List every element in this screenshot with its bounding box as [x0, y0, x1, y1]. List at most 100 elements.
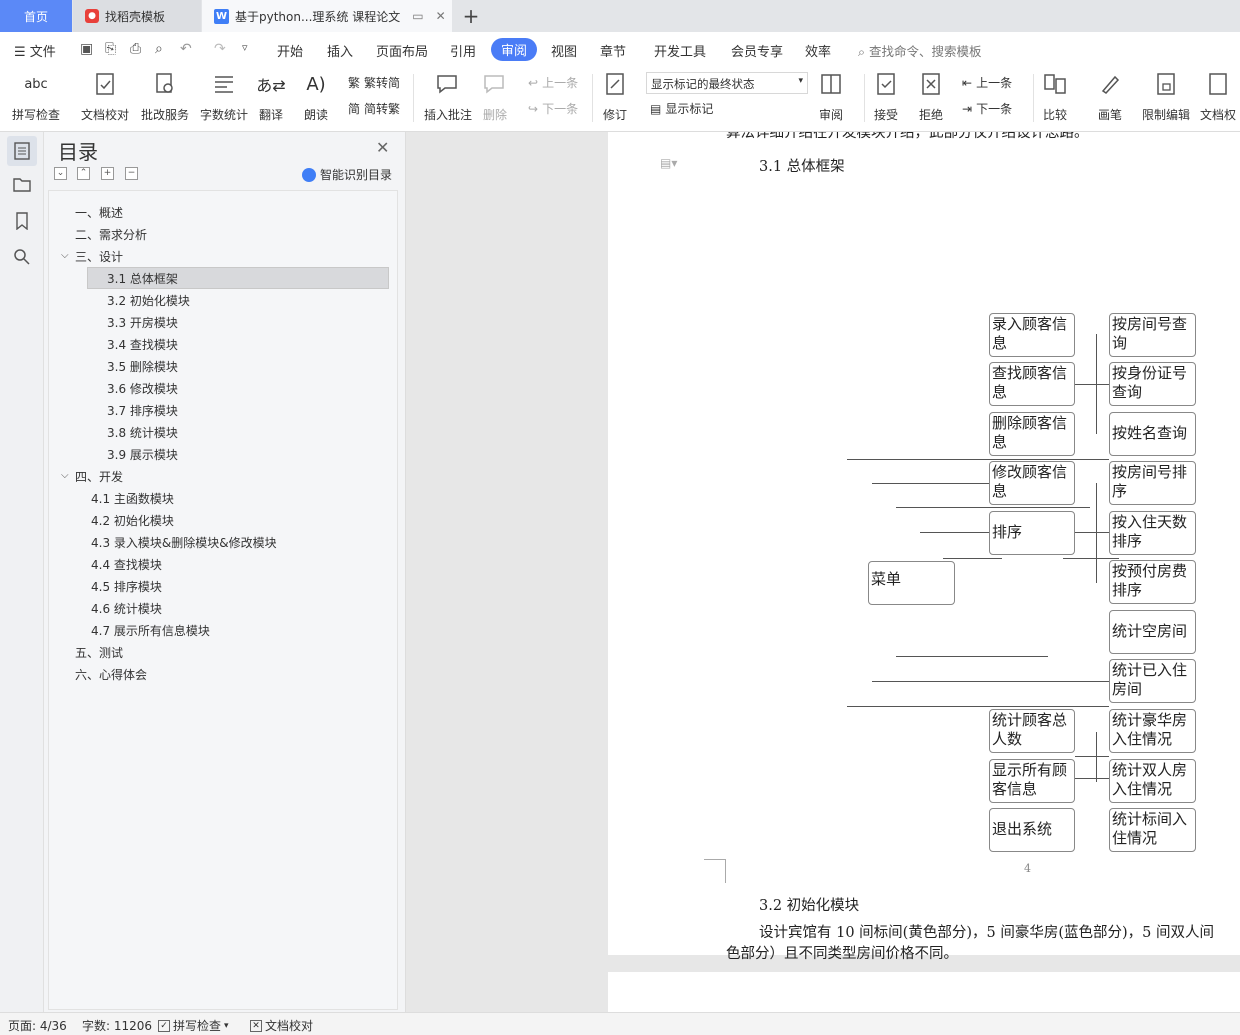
- print-preview-icon[interactable]: ⌕: [155, 41, 163, 57]
- menu-view[interactable]: 视图: [551, 41, 577, 60]
- save-icon[interactable]: ▣: [80, 41, 93, 57]
- menu-review[interactable]: 审阅: [491, 38, 538, 61]
- menu-member[interactable]: 会员专享: [731, 41, 783, 60]
- menu-layout[interactable]: 页面布局: [376, 41, 428, 60]
- toc-item[interactable]: 3.8 统计模块: [107, 422, 178, 444]
- toc-item[interactable]: 4.4 查找模块: [91, 554, 162, 576]
- toc-item[interactable]: 3.3 开房模块: [107, 312, 178, 334]
- trad-to-simp-button[interactable]: 繁繁转简: [348, 74, 400, 91]
- toc-item[interactable]: 二、需求分析: [75, 224, 147, 246]
- menu-start[interactable]: 开始: [277, 41, 303, 60]
- menu-chapter[interactable]: 章节: [600, 41, 626, 60]
- remove-level-icon[interactable]: −: [125, 167, 138, 180]
- connector-line: [1075, 778, 1109, 779]
- next-change-button[interactable]: ⇥ 下一条: [962, 100, 1012, 117]
- chevron-down-icon[interactable]: ⌵: [61, 250, 69, 261]
- word-count[interactable]: 字数: 11206: [82, 1017, 152, 1034]
- toc-item[interactable]: 3.5 删除模块: [107, 356, 178, 378]
- toc-item[interactable]: 4.6 统计模块: [91, 598, 162, 620]
- chevron-down-icon[interactable]: ⌵: [61, 470, 69, 481]
- toc-item[interactable]: 四、开发: [75, 466, 123, 488]
- file-menu[interactable]: ☰ 文件: [14, 41, 56, 60]
- restrict-editing-button[interactable]: 限制编辑: [1142, 70, 1190, 123]
- translate-button[interactable]: あ⇄ 翻译: [256, 70, 286, 123]
- undo-icon[interactable]: ↶: [180, 41, 192, 57]
- next-page[interactable]: [608, 972, 1240, 1012]
- proofread-toggle[interactable]: ✕ 文档校对: [250, 1017, 313, 1034]
- export-icon[interactable]: ⎘: [105, 41, 116, 57]
- toc-item[interactable]: 4.5 排序模块: [91, 576, 162, 598]
- review-pane-button[interactable]: 审阅: [818, 70, 844, 123]
- pen-button[interactable]: 画笔: [1097, 70, 1123, 123]
- track-changes-button[interactable]: 修订: [602, 70, 628, 123]
- document-page[interactable]: 算法详细介绍在开发模块介绍，此部分仅介绍设计思路。 ▤▾ 3.1 总体框架 菜单…: [608, 132, 1240, 962]
- insert-comment-button[interactable]: 插入批注: [424, 70, 472, 123]
- accept-button[interactable]: 接受: [873, 70, 899, 123]
- diagram-node-menu: 菜单: [868, 561, 955, 605]
- collapse-all-icon[interactable]: ⌄: [54, 167, 67, 180]
- expand-all-icon[interactable]: ⌃: [77, 167, 90, 180]
- toc-item[interactable]: 4.3 录入模块&删除模块&修改模块: [91, 532, 277, 554]
- next-comment-button[interactable]: ↪ 下一条: [528, 100, 578, 117]
- reject-button[interactable]: 拒绝: [918, 70, 944, 123]
- menu-efficiency[interactable]: 效率: [805, 41, 831, 60]
- delete-comment-button[interactable]: 删除: [482, 70, 508, 123]
- connector-line: [1075, 532, 1109, 533]
- tab-pin-icon[interactable]: ▭: [412, 9, 423, 23]
- translate-icon: あ⇄: [256, 76, 286, 95]
- lock-doc-icon: [1153, 70, 1179, 98]
- toc-item[interactable]: 五、测试: [75, 642, 123, 664]
- redo-icon[interactable]: ↷: [214, 41, 226, 57]
- toc-item[interactable]: 3.4 查找模块: [107, 334, 178, 356]
- toc-item[interactable]: 三、设计: [75, 246, 123, 268]
- connector-line: [1075, 756, 1109, 757]
- toc-item[interactable]: 3.6 修改模块: [107, 378, 178, 400]
- toc-item[interactable]: 4.2 初始化模块: [91, 510, 174, 532]
- spell-check-toggle[interactable]: ✓ 拼写检查 ▾: [158, 1017, 229, 1034]
- prev-change-button[interactable]: ⇤ 上一条: [962, 74, 1012, 91]
- show-markup-button[interactable]: ▤ 显示标记: [650, 100, 713, 117]
- bookmark-icon[interactable]: [7, 206, 37, 236]
- tab-home[interactable]: 首页: [0, 0, 72, 32]
- quick-access-dropdown-icon[interactable]: ▿: [242, 41, 248, 54]
- markup-state-select[interactable]: 显示标记的最终状态 ▾: [646, 72, 808, 94]
- batch-correct-button[interactable]: 批改服务: [141, 70, 189, 123]
- compare-button[interactable]: 比较: [1042, 70, 1068, 123]
- find-icon[interactable]: [7, 242, 37, 272]
- paragraph-handle-icon[interactable]: ▤▾: [660, 156, 677, 170]
- navigation-icon[interactable]: [7, 170, 37, 200]
- print-icon[interactable]: ⎙: [130, 41, 141, 57]
- toc-item[interactable]: 一、概述: [75, 202, 123, 224]
- diagram-node: 显示所有顾客信息: [989, 759, 1075, 803]
- prev-comment-button[interactable]: ↩ 上一条: [528, 74, 578, 91]
- simp-to-trad-button[interactable]: 简简转繁: [348, 100, 400, 117]
- command-search[interactable]: ⌕ 查找命令、搜索模板: [858, 41, 982, 60]
- toc-item[interactable]: 3.7 排序模块: [107, 400, 178, 422]
- doc-permission-button[interactable]: 文档权: [1200, 70, 1236, 123]
- smart-toc-button[interactable]: 智能识别目录: [302, 166, 392, 183]
- add-level-icon[interactable]: +: [101, 167, 114, 180]
- read-aloud-button[interactable]: A) 朗读: [303, 70, 329, 123]
- toc-item[interactable]: 六、心得体会: [75, 664, 147, 686]
- word-count-button[interactable]: 字数统计: [200, 70, 248, 123]
- toc-item-selected[interactable]: 3.1 总体框架: [87, 267, 389, 289]
- menu-insert[interactable]: 插入: [327, 41, 353, 60]
- menu-devtools[interactable]: 开发工具: [654, 41, 706, 60]
- proofread-button[interactable]: 文档校对: [81, 70, 129, 123]
- toc-item[interactable]: 4.1 主函数模块: [91, 488, 174, 510]
- toc-item[interactable]: 3.9 展示模块: [107, 444, 178, 466]
- connector-line: [896, 507, 1090, 508]
- page-indicator[interactable]: 页面: 4/36: [8, 1017, 67, 1034]
- close-icon[interactable]: ✕: [376, 138, 389, 157]
- trad-simp-icon: 繁: [348, 76, 361, 90]
- tab-template[interactable]: ● 找稻壳模板: [73, 0, 201, 32]
- tab-document[interactable]: W 基于python...理系统 课程论文 ▭ ✕: [202, 0, 452, 32]
- tab-document-label: 基于python...理系统 课程论文: [235, 9, 401, 24]
- spell-check-button[interactable]: abc 拼写检查: [12, 70, 60, 123]
- toc-item[interactable]: 4.7 展示所有信息模块: [91, 620, 210, 642]
- menu-reference[interactable]: 引用: [450, 41, 476, 60]
- new-tab-button[interactable]: +: [456, 0, 486, 32]
- tab-close-icon[interactable]: ✕: [436, 9, 446, 23]
- toc-panel-icon[interactable]: [7, 136, 37, 166]
- toc-item[interactable]: 3.2 初始化模块: [107, 290, 190, 312]
